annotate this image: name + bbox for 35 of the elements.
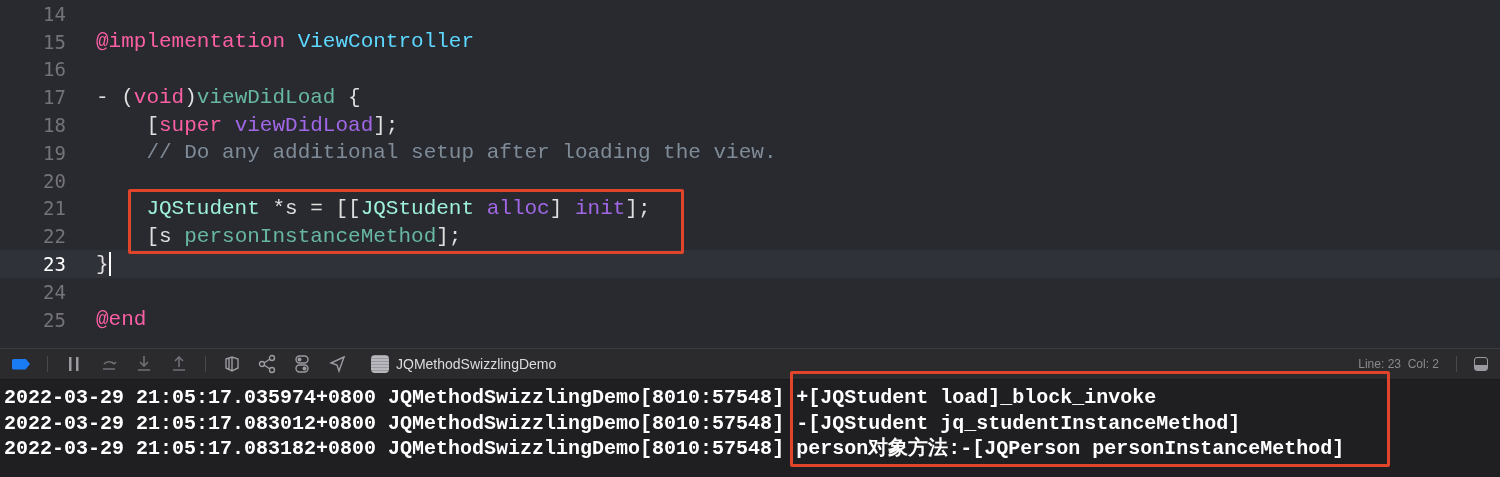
line-number: 22 bbox=[42, 225, 66, 248]
line-number: 20 bbox=[42, 169, 66, 192]
view-hierarchy-icon[interactable] bbox=[223, 354, 241, 374]
cursor-position: Line: 23 Col: 2 bbox=[1358, 357, 1439, 371]
step-into-icon[interactable] bbox=[135, 354, 153, 374]
line-number: 16 bbox=[42, 58, 66, 81]
environment-toggle-icon[interactable] bbox=[293, 354, 311, 374]
breakpoints-toggle[interactable] bbox=[12, 358, 30, 370]
line-number: 17 bbox=[42, 86, 66, 109]
code-line: - (void)viewDidLoad { bbox=[96, 85, 361, 109]
console-line: 2022-03-29 21:05:17.035974+0800 JQMethodSwizzlingDemo[8010:57548] +[JQStudent load]_block_invoke bbox=[4, 385, 1158, 411]
console-line: 2022-03-29 21:05:17.083012+0800 JQMethodSwizzlingDemo[8010:57548] -[JQStudent jq_studentInstanceMethod] bbox=[4, 410, 1242, 436]
code-line: @end bbox=[96, 308, 147, 332]
panel-toggle-icon[interactable] bbox=[1474, 357, 1488, 371]
code-line: // Do any additional setup after loading the view. bbox=[145, 141, 777, 165]
memory-graph-icon[interactable] bbox=[258, 354, 276, 374]
code-line: } bbox=[96, 252, 109, 276]
code-line: JQStudent *s = [[JQStudent alloc] init]; bbox=[145, 196, 651, 220]
console-line: 2022-03-29 21:05:17.083182+0800 JQMethodSwizzlingDemo[8010:57548] person对象方法:-[JQPerson personInstanceMethod] bbox=[4, 436, 1346, 462]
line-number: 14 bbox=[42, 2, 66, 25]
line-number: 24 bbox=[42, 280, 66, 303]
code-line: [s personInstanceMethod]; bbox=[145, 224, 462, 248]
location-arrow-icon[interactable] bbox=[328, 354, 346, 374]
line-number: 23 bbox=[42, 253, 66, 276]
app-icon bbox=[371, 355, 389, 373]
target-name[interactable]: JQMethodSwizzlingDemo bbox=[396, 356, 557, 372]
line-number: 18 bbox=[42, 114, 66, 137]
line-number: 15 bbox=[42, 30, 66, 53]
line-number: 25 bbox=[42, 308, 66, 331]
text-cursor bbox=[108, 252, 111, 277]
step-out-icon[interactable] bbox=[170, 354, 188, 374]
line-number: 19 bbox=[42, 141, 66, 164]
line-number: 21 bbox=[42, 197, 66, 220]
code-line: [super viewDidLoad]; bbox=[145, 113, 399, 137]
code-line: @implementation ViewController bbox=[96, 30, 475, 54]
